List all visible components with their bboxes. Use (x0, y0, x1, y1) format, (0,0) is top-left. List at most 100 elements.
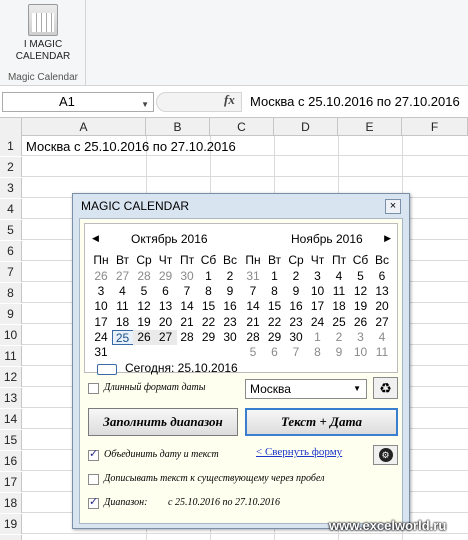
calendar-day[interactable]: 22 (264, 315, 286, 330)
calendar-day[interactable]: 19 (350, 299, 372, 314)
calendar-day[interactable]: 1 (198, 269, 220, 284)
calendar-day[interactable]: 10 (90, 299, 112, 314)
calendar-day[interactable]: 15 (198, 299, 220, 314)
row-header[interactable]: 4 (0, 199, 22, 219)
calendar-day[interactable]: 4 (112, 284, 134, 299)
calendar-day[interactable]: 6 (155, 284, 177, 299)
chevron-down-icon[interactable]: ▼ (353, 380, 361, 398)
calendar-day[interactable]: 28 (176, 330, 198, 345)
row-header[interactable]: 8 (0, 283, 22, 303)
row-header[interactable]: 5 (0, 220, 22, 240)
row-header[interactable]: 15 (0, 430, 22, 450)
column-header-b[interactable]: B (146, 118, 210, 136)
calendar-day[interactable]: 3 (350, 330, 372, 345)
calendar-day[interactable]: 19 (133, 315, 155, 330)
calendar-day[interactable]: 28 (133, 269, 155, 284)
calendar-day[interactable]: 4 (328, 269, 350, 284)
calendar-day[interactable]: 27 (154, 329, 177, 345)
append-text-checkbox[interactable] (88, 474, 99, 485)
calendar-day[interactable]: 20 (155, 315, 177, 330)
merge-checkbox[interactable] (88, 447, 99, 461)
calendar-day[interactable]: 7 (176, 284, 198, 299)
calendar-day[interactable]: 25 (111, 329, 134, 345)
chevron-down-icon[interactable]: ▼ (141, 96, 149, 114)
calendar-day[interactable]: 5 (242, 345, 264, 360)
calendar-day[interactable]: 13 (155, 299, 177, 314)
calendar-day[interactable]: 31 (90, 345, 112, 360)
calendar-day[interactable]: 6 (371, 269, 393, 284)
calendar-day[interactable]: 13 (371, 284, 393, 299)
long-format-checkbox[interactable] (88, 383, 99, 394)
calendar-day[interactable]: 27 (371, 315, 393, 330)
row-header[interactable]: 2 (0, 157, 22, 177)
row-header[interactable]: 12 (0, 367, 22, 387)
calendar-day[interactable]: 6 (264, 345, 286, 360)
calendar-day[interactable]: 23 (219, 315, 241, 330)
row-header[interactable]: 13 (0, 388, 22, 408)
calendar-day[interactable]: 16 (219, 299, 241, 314)
column-header-d[interactable]: D (274, 118, 338, 136)
calendar-day[interactable]: 1 (264, 269, 286, 284)
calendar-day[interactable]: 2 (285, 269, 307, 284)
calendar-day[interactable]: 11 (328, 284, 350, 299)
calendar-day[interactable]: 14 (176, 299, 198, 314)
column-header-e[interactable]: E (338, 118, 402, 136)
row-header[interactable]: 9 (0, 304, 22, 324)
calendar-day[interactable]: 9 (328, 345, 350, 360)
collapse-form-link[interactable]: < Свернуть форму (256, 446, 342, 458)
calendar-day[interactable]: 25 (328, 315, 350, 330)
calendar-day[interactable]: 29 (198, 330, 220, 345)
calendar-day[interactable]: 22 (198, 315, 220, 330)
close-icon[interactable]: × (385, 199, 401, 214)
insert-function-icon[interactable]: fx (224, 92, 235, 108)
row-header[interactable]: 7 (0, 262, 22, 282)
select-all-corner[interactable] (0, 118, 22, 136)
calendar-day[interactable]: 11 (112, 299, 134, 314)
clear-button[interactable]: ♻ (373, 377, 398, 399)
calendar-day[interactable]: 29 (264, 330, 286, 345)
row-header[interactable]: 17 (0, 472, 22, 492)
prev-month-icon[interactable]: ◀ (92, 233, 99, 244)
calendar-day[interactable]: 16 (285, 299, 307, 314)
cell-a1[interactable]: Москва с 25.10.2016 по 27.10.2016 (26, 139, 236, 154)
calendar-day[interactable]: 23 (285, 315, 307, 330)
calendar-day[interactable]: 12 (133, 299, 155, 314)
calendar-day[interactable]: 28 (242, 330, 264, 345)
calendar-day[interactable]: 3 (90, 284, 112, 299)
calendar-day[interactable]: 9 (285, 284, 307, 299)
today-label[interactable]: Сегодня: 25.10.2016 (125, 361, 238, 375)
column-header-a[interactable]: A (22, 118, 146, 136)
row-header[interactable]: 1 (0, 136, 22, 156)
calendar-day[interactable]: 9 (219, 284, 241, 299)
name-box[interactable]: A1 ▼ (2, 92, 154, 112)
magic-calendar-button[interactable]: I MAGIC CALENDAR (8, 4, 78, 68)
calendar-day[interactable]: 26 (133, 329, 155, 345)
calendar-day[interactable]: 18 (112, 315, 134, 330)
calendar-day[interactable]: 30 (219, 330, 241, 345)
fill-range-button[interactable]: Заполнить диапазон (88, 408, 238, 436)
calendar-day[interactable]: 27 (112, 269, 134, 284)
calendar-day[interactable]: 7 (242, 284, 264, 299)
calendar-day[interactable]: 2 (328, 330, 350, 345)
calendar-day[interactable]: 30 (285, 330, 307, 345)
column-header-c[interactable]: C (210, 118, 274, 136)
calendar-day[interactable]: 10 (350, 345, 372, 360)
calendar-day[interactable]: 11 (371, 345, 393, 360)
calendar-day[interactable]: 15 (264, 299, 286, 314)
next-month-icon[interactable]: ▶ (384, 233, 391, 244)
row-header[interactable]: 3 (0, 178, 22, 198)
calendar-day[interactable]: 10 (307, 284, 329, 299)
range-checkbox[interactable] (88, 495, 99, 509)
calendar-day[interactable]: 3 (307, 269, 329, 284)
column-header-f[interactable]: F (402, 118, 468, 136)
calendar-day[interactable]: 24 (307, 315, 329, 330)
text-date-button[interactable]: Текст + Дата (245, 408, 398, 436)
calendar-day[interactable]: 18 (328, 299, 350, 314)
row-header[interactable]: 20 (0, 535, 22, 540)
calendar-day[interactable]: 12 (350, 284, 372, 299)
row-header[interactable]: 19 (0, 514, 22, 534)
calendar-day[interactable]: 20 (371, 299, 393, 314)
calendar-day[interactable]: 14 (242, 299, 264, 314)
calendar-day[interactable]: 21 (176, 315, 198, 330)
formula-input[interactable]: Москва с 25.10.2016 по 27.10.2016 (250, 94, 460, 109)
